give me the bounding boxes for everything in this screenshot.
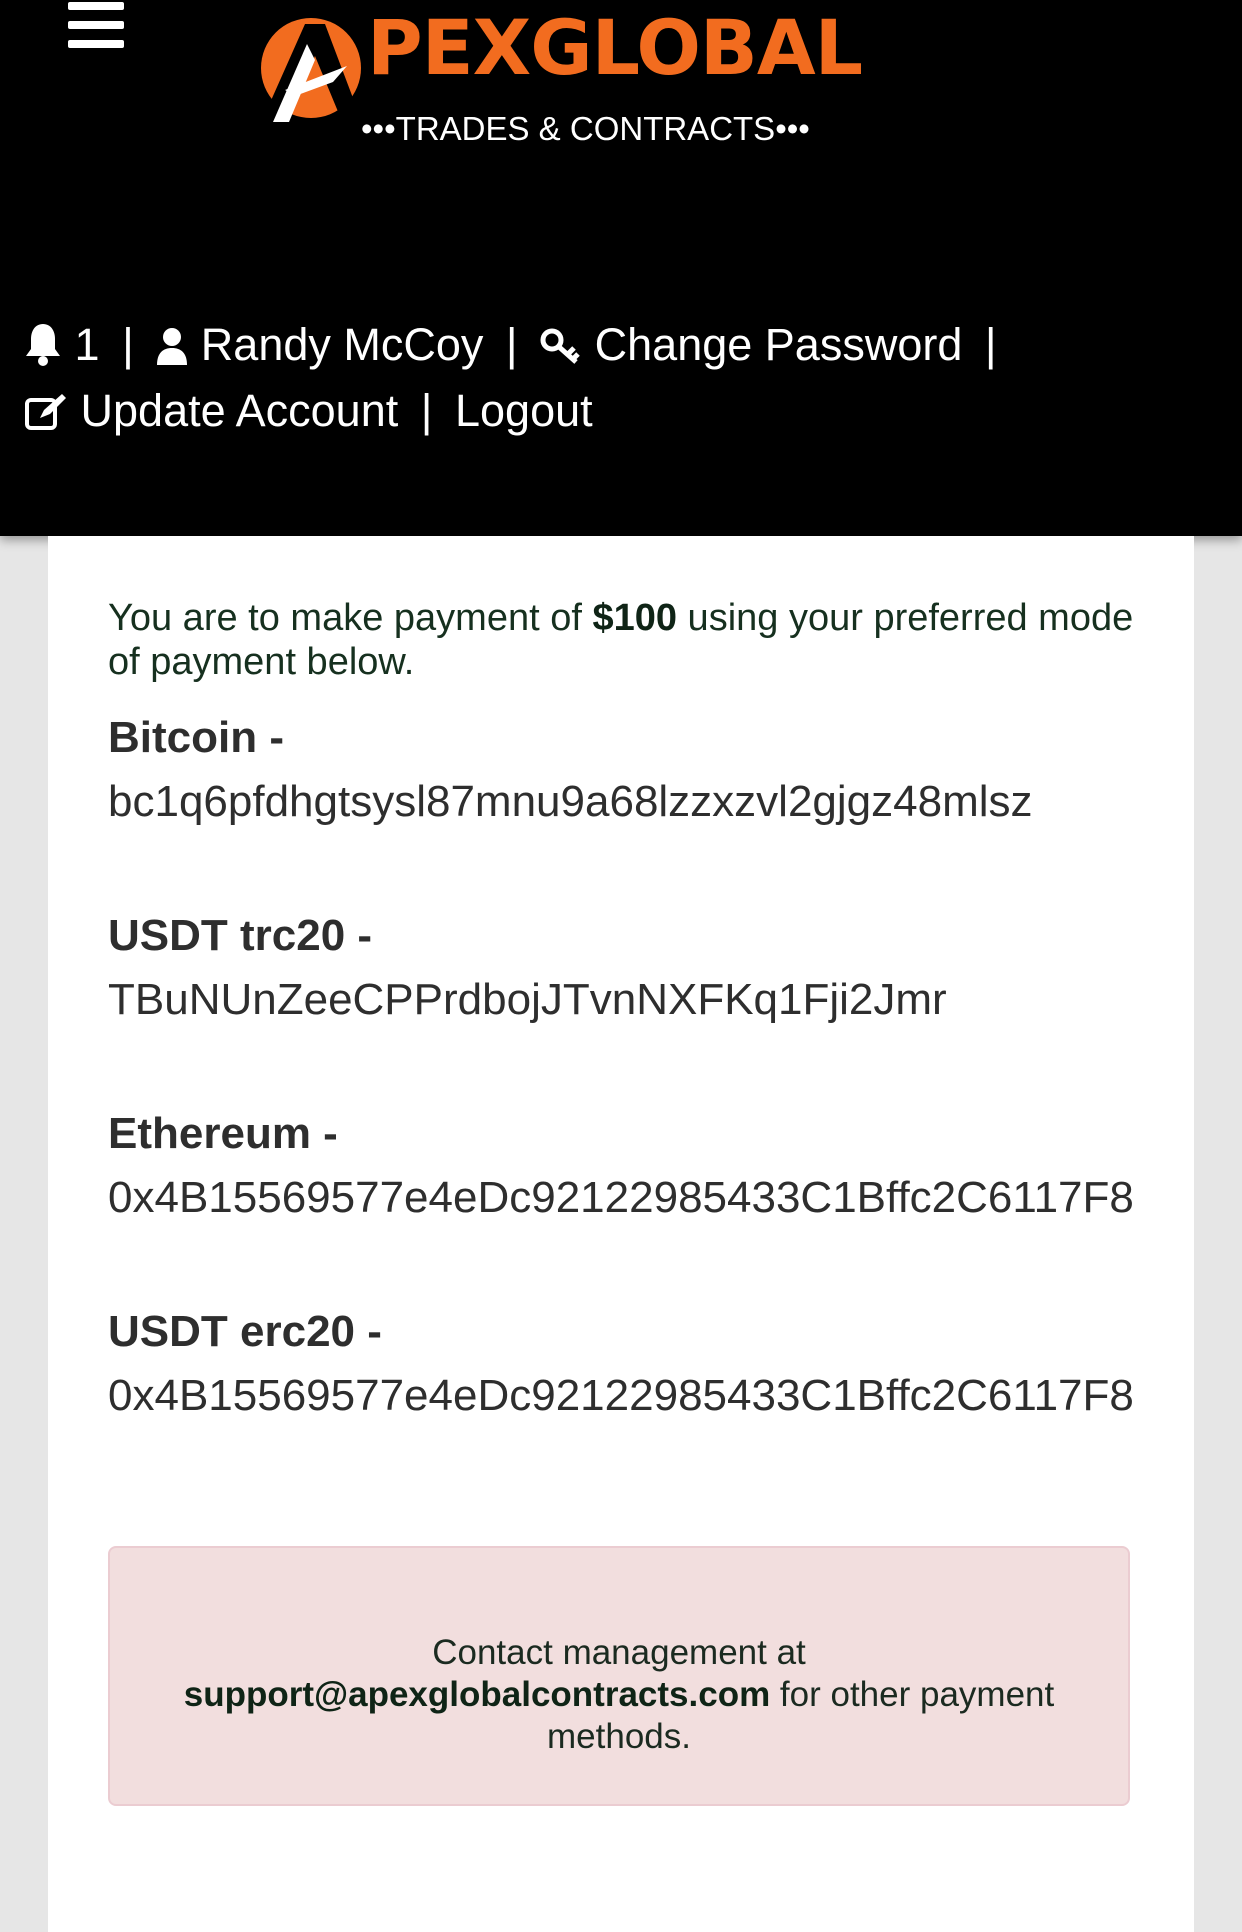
payment-method-usdt-trc20: USDT trc20 - TBuNUnZeeCPPrdbojJTvnNXFKq1… (108, 906, 1168, 1034)
payment-card: You are to make payment of $100 using yo… (48, 536, 1194, 1932)
contact-message: Contact management at support@apexglobal… (170, 1632, 1068, 1758)
profile-link[interactable]: Randy McCoy (156, 319, 483, 370)
logo-wordmark: PEXGLOBAL (367, 3, 863, 92)
menu-icon[interactable] (68, 0, 126, 48)
intro-text: You are to make payment of (108, 597, 593, 639)
payment-method-usdt-erc20: USDT erc20 - 0x4B15569577e4eDc9212298543… (108, 1302, 1168, 1430)
site-header: PEXGLOBAL •••TRADES & CONTRACTS••• 1 | R… (0, 0, 1242, 536)
user-name: Randy McCoy (200, 319, 484, 370)
update-account-label: Update Account (80, 385, 399, 436)
method-name: Bitcoin - (108, 713, 284, 762)
notifications-link[interactable]: 1 (24, 319, 100, 370)
contact-text: Contact management at (432, 1633, 806, 1672)
bell-icon (26, 324, 60, 366)
method-name: Ethereum - (108, 1109, 338, 1158)
payment-amount: $100 (592, 597, 677, 639)
site-logo[interactable]: PEXGLOBAL •••TRADES & CONTRACTS••• (255, 8, 863, 145)
payment-method-ethereum: Ethereum - 0x4B15569577e4eDc92122985433C… (108, 1104, 1168, 1232)
update-account-link[interactable]: Update Account (24, 385, 398, 436)
wallet-address[interactable]: bc1q6pfdhgtsysl87mnu9a68lzzxzvl2gjgz48ml… (108, 768, 1168, 836)
wallet-address[interactable]: 0x4B15569577e4eDc92122985433C1Bffc2C6117… (108, 1164, 1168, 1232)
wallet-address[interactable]: TBuNUnZeeCPPrdbojJTvnNXFKq1Fji2Jmr (108, 966, 1168, 1034)
logo-tagline: •••TRADES & CONTRACTS••• (361, 110, 810, 147)
nav-separator: | (420, 385, 433, 436)
payment-method-bitcoin: Bitcoin - bc1q6pfdhgtsysl87mnu9a68lzzxzv… (108, 708, 1168, 836)
key-icon (540, 328, 580, 364)
user-icon (157, 328, 188, 365)
apex-logo-mark-icon (261, 18, 361, 122)
payment-instructions: You are to make payment of $100 using yo… (108, 596, 1148, 684)
nav-separator: | (984, 319, 997, 370)
nav-separator: | (122, 319, 134, 370)
logout-link[interactable]: Logout (455, 385, 593, 436)
support-email-link[interactable]: support@apexglobalcontracts.com (184, 1675, 770, 1714)
edit-icon (25, 394, 66, 430)
nav-separator: | (505, 319, 518, 370)
user-nav: 1 | Randy McCoy | Change Password | Upda… (24, 312, 1204, 444)
method-name: USDT erc20 - (108, 1307, 382, 1356)
notification-count: 1 (74, 319, 100, 370)
wallet-address[interactable]: 0x4B15569577e4eDc92122985433C1Bffc2C6117… (108, 1362, 1168, 1430)
contact-alert: Contact management at support@apexglobal… (108, 1546, 1130, 1806)
method-name: USDT trc20 - (108, 911, 373, 960)
change-password-link[interactable]: Change Password (540, 319, 962, 370)
change-password-label: Change Password (594, 319, 963, 370)
